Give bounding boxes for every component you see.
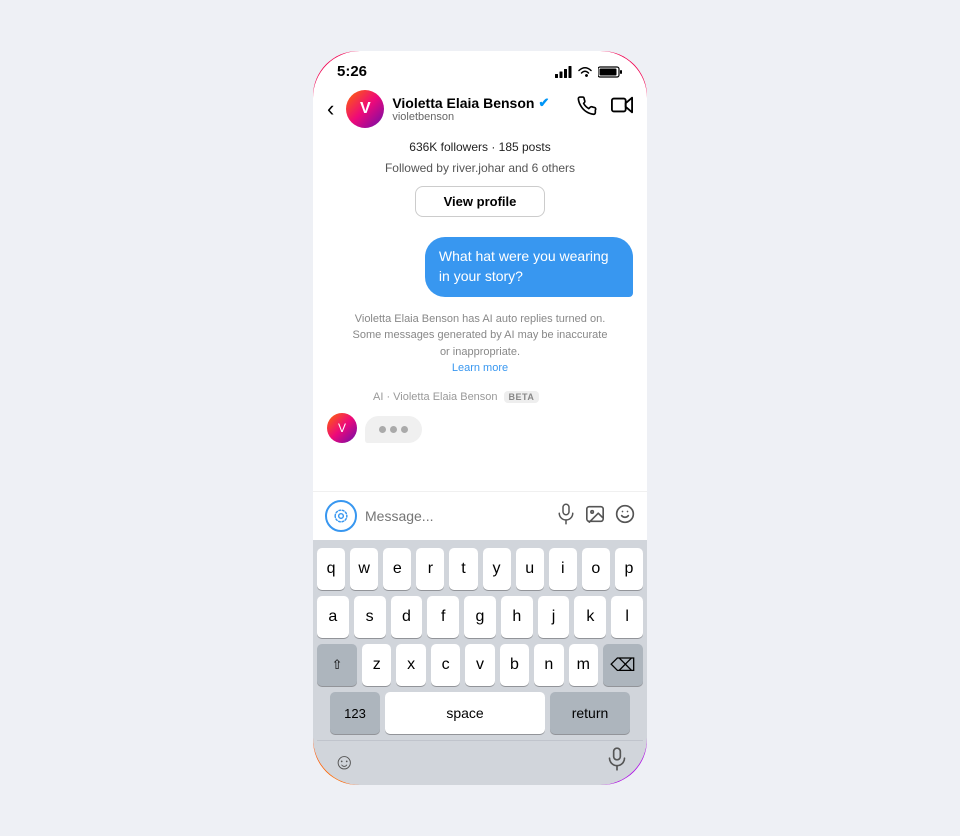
status-time: 5:26 <box>337 63 367 80</box>
keyboard-row-3: ⇧ z x c v b n m ⌫ <box>317 644 643 686</box>
view-profile-button[interactable]: View profile <box>415 186 546 217</box>
key-b[interactable]: b <box>500 644 529 686</box>
key-n[interactable]: n <box>534 644 563 686</box>
sticker-input-icon[interactable] <box>615 504 635 529</box>
key-123[interactable]: 123 <box>330 692 380 734</box>
typing-dot-3 <box>401 426 408 433</box>
key-shift[interactable]: ⇧ <box>317 644 357 686</box>
input-icons <box>557 503 635 530</box>
status-icons <box>555 66 623 78</box>
key-a[interactable]: a <box>317 596 349 638</box>
mic-keyboard-icon[interactable] <box>607 747 627 777</box>
status-bar: 5:26 <box>313 51 647 84</box>
key-h[interactable]: h <box>501 596 533 638</box>
keyboard-row-1: q w e r t y u i o p <box>317 548 643 590</box>
profile-stats: 636K followers · 185 posts <box>333 138 627 157</box>
header-actions <box>577 96 633 122</box>
key-space[interactable]: space <box>385 692 545 734</box>
image-input-icon[interactable] <box>585 505 605 528</box>
contact-name: Violetta Elaia Benson ✔ <box>392 95 569 111</box>
key-r[interactable]: r <box>416 548 444 590</box>
camera-button[interactable] <box>325 500 357 532</box>
profile-followed-by: Followed by river.johar and 6 others <box>333 159 627 178</box>
wifi-icon <box>577 66 593 78</box>
chat-area: What hat were you wearing in your story?… <box>313 227 647 491</box>
key-u[interactable]: u <box>516 548 544 590</box>
avatar: V <box>346 90 384 128</box>
header-info: Violetta Elaia Benson ✔ violetbenson <box>392 95 569 123</box>
key-d[interactable]: d <box>391 596 423 638</box>
back-button[interactable]: ‹ <box>323 92 338 126</box>
key-k[interactable]: k <box>574 596 606 638</box>
phone-call-icon[interactable] <box>577 96 597 122</box>
typing-indicator <box>365 416 422 443</box>
key-j[interactable]: j <box>538 596 570 638</box>
key-z[interactable]: z <box>362 644 391 686</box>
key-m[interactable]: m <box>569 644 598 686</box>
beta-badge: BETA <box>504 391 540 403</box>
battery-icon <box>598 66 623 78</box>
key-f[interactable]: f <box>427 596 459 638</box>
key-return[interactable]: return <box>550 692 630 734</box>
chat-header: ‹ V Violetta Elaia Benson ✔ violetbenson <box>313 84 647 134</box>
keyboard-row-2: a s d f g h j k l <box>317 596 643 638</box>
key-p[interactable]: p <box>615 548 643 590</box>
profile-info: 636K followers · 185 posts Followed by r… <box>313 134 647 227</box>
learn-more-link[interactable]: Learn more <box>452 362 508 374</box>
typing-dot-2 <box>390 426 397 433</box>
ai-label: AI · Violetta Elaia Benson BETA <box>373 391 633 403</box>
key-backspace[interactable]: ⌫ <box>603 644 643 686</box>
message-input[interactable] <box>365 508 549 524</box>
typing-dot-1 <box>379 426 386 433</box>
keyboard-bottom-row: 123 space return <box>317 692 643 734</box>
key-i[interactable]: i <box>549 548 577 590</box>
incoming-message-row: V <box>327 413 633 443</box>
key-w[interactable]: w <box>350 548 378 590</box>
mic-input-icon[interactable] <box>557 503 575 530</box>
keyboard: q w e r t y u i o p a s d f g h j k <box>313 540 647 785</box>
key-e[interactable]: e <box>383 548 411 590</box>
keyboard-bottom-bar: ☺ <box>317 740 643 781</box>
video-call-icon[interactable] <box>611 96 633 122</box>
key-y[interactable]: y <box>483 548 511 590</box>
verified-badge: ✔ <box>538 95 549 111</box>
message-input-row <box>313 491 647 540</box>
emoji-keyboard-icon[interactable]: ☺ <box>333 749 355 775</box>
key-x[interactable]: x <box>396 644 425 686</box>
contact-username: violetbenson <box>392 111 569 123</box>
key-o[interactable]: o <box>582 548 610 590</box>
key-s[interactable]: s <box>354 596 386 638</box>
ai-notice: Violetta Elaia Benson has AI auto replie… <box>327 307 633 381</box>
key-c[interactable]: c <box>431 644 460 686</box>
key-v[interactable]: v <box>465 644 494 686</box>
key-t[interactable]: t <box>449 548 477 590</box>
signal-icon <box>555 66 572 78</box>
key-g[interactable]: g <box>464 596 496 638</box>
key-l[interactable]: l <box>611 596 643 638</box>
incoming-avatar: V <box>327 413 357 443</box>
outgoing-message: What hat were you wearing in your story? <box>425 237 633 296</box>
key-q[interactable]: q <box>317 548 345 590</box>
